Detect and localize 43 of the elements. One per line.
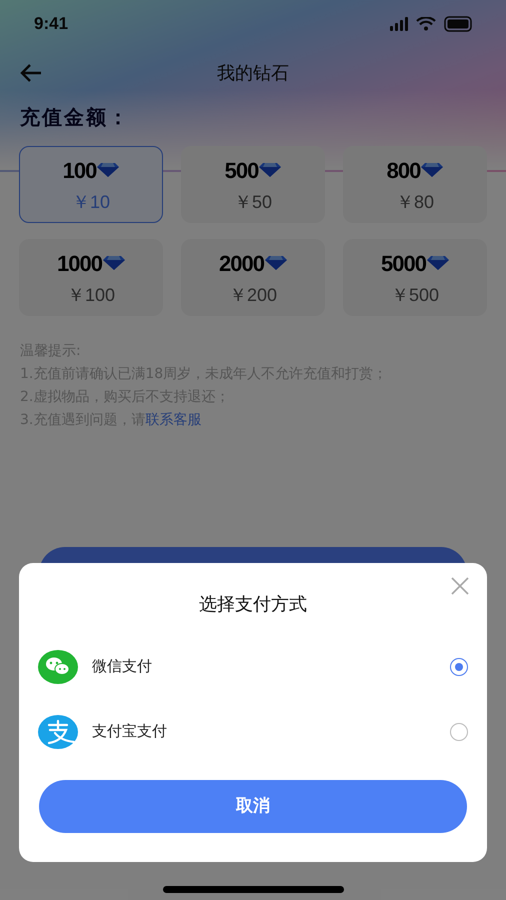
section-title: 充值金额： <box>20 104 131 131</box>
payment-label: 支付宝支付 <box>92 721 168 742</box>
diamond-icon <box>264 256 287 270</box>
payment-option[interactable]: 支付宝支付 <box>19 699 487 764</box>
price-label: ￥200 <box>228 284 278 306</box>
contact-support-link[interactable]: 联系客服 <box>145 409 202 432</box>
battery-icon <box>444 16 472 32</box>
radio-button[interactable] <box>450 658 468 676</box>
diamond-icon <box>259 163 282 177</box>
diamond-amount: 100 <box>62 156 96 184</box>
package-card[interactable]: 2000 ￥200 <box>181 239 325 316</box>
price-label: ￥80 <box>396 190 434 214</box>
back-arrow-icon[interactable] <box>20 63 42 83</box>
diamond-amount: 2000 <box>219 250 264 278</box>
price-label: ￥10 <box>72 190 110 214</box>
diamond-icon <box>421 163 444 177</box>
cancel-button[interactable]: 取消 <box>39 780 467 833</box>
wifi-icon <box>416 17 436 31</box>
price-label: ￥50 <box>234 190 272 214</box>
package-card[interactable]: 1000 ￥100 <box>19 239 163 316</box>
diamond-amount: 5000 <box>381 250 426 278</box>
payment-label: 微信支付 <box>92 656 153 678</box>
package-card[interactable]: 5000 ￥500 <box>343 239 487 316</box>
diamond-amount: 500 <box>224 156 258 184</box>
diamond-icon <box>97 163 120 177</box>
chat-bubbles-icon <box>38 650 78 684</box>
close-icon[interactable] <box>451 577 469 595</box>
diamond-icon <box>426 256 449 270</box>
diamond-amount: 1000 <box>57 250 102 278</box>
sheet-title: 选择支付方式 <box>199 593 307 617</box>
radio-button[interactable] <box>450 722 468 740</box>
package-card[interactable]: 500 ￥50 <box>181 146 325 223</box>
alipay-icon <box>38 714 78 748</box>
signal-icon <box>390 17 408 31</box>
price-label: ￥100 <box>66 284 116 306</box>
payment-option[interactable]: 微信支付 <box>19 634 487 699</box>
status-time: 9:41 <box>34 13 68 36</box>
diamond-amount: 800 <box>386 156 420 184</box>
package-card[interactable]: 100 ￥10 <box>19 146 163 223</box>
diamond-icon <box>102 256 125 270</box>
page-title: 我的钻石 <box>217 62 289 86</box>
price-label: ￥500 <box>390 284 440 306</box>
package-card[interactable]: 800 ￥80 <box>343 146 487 223</box>
